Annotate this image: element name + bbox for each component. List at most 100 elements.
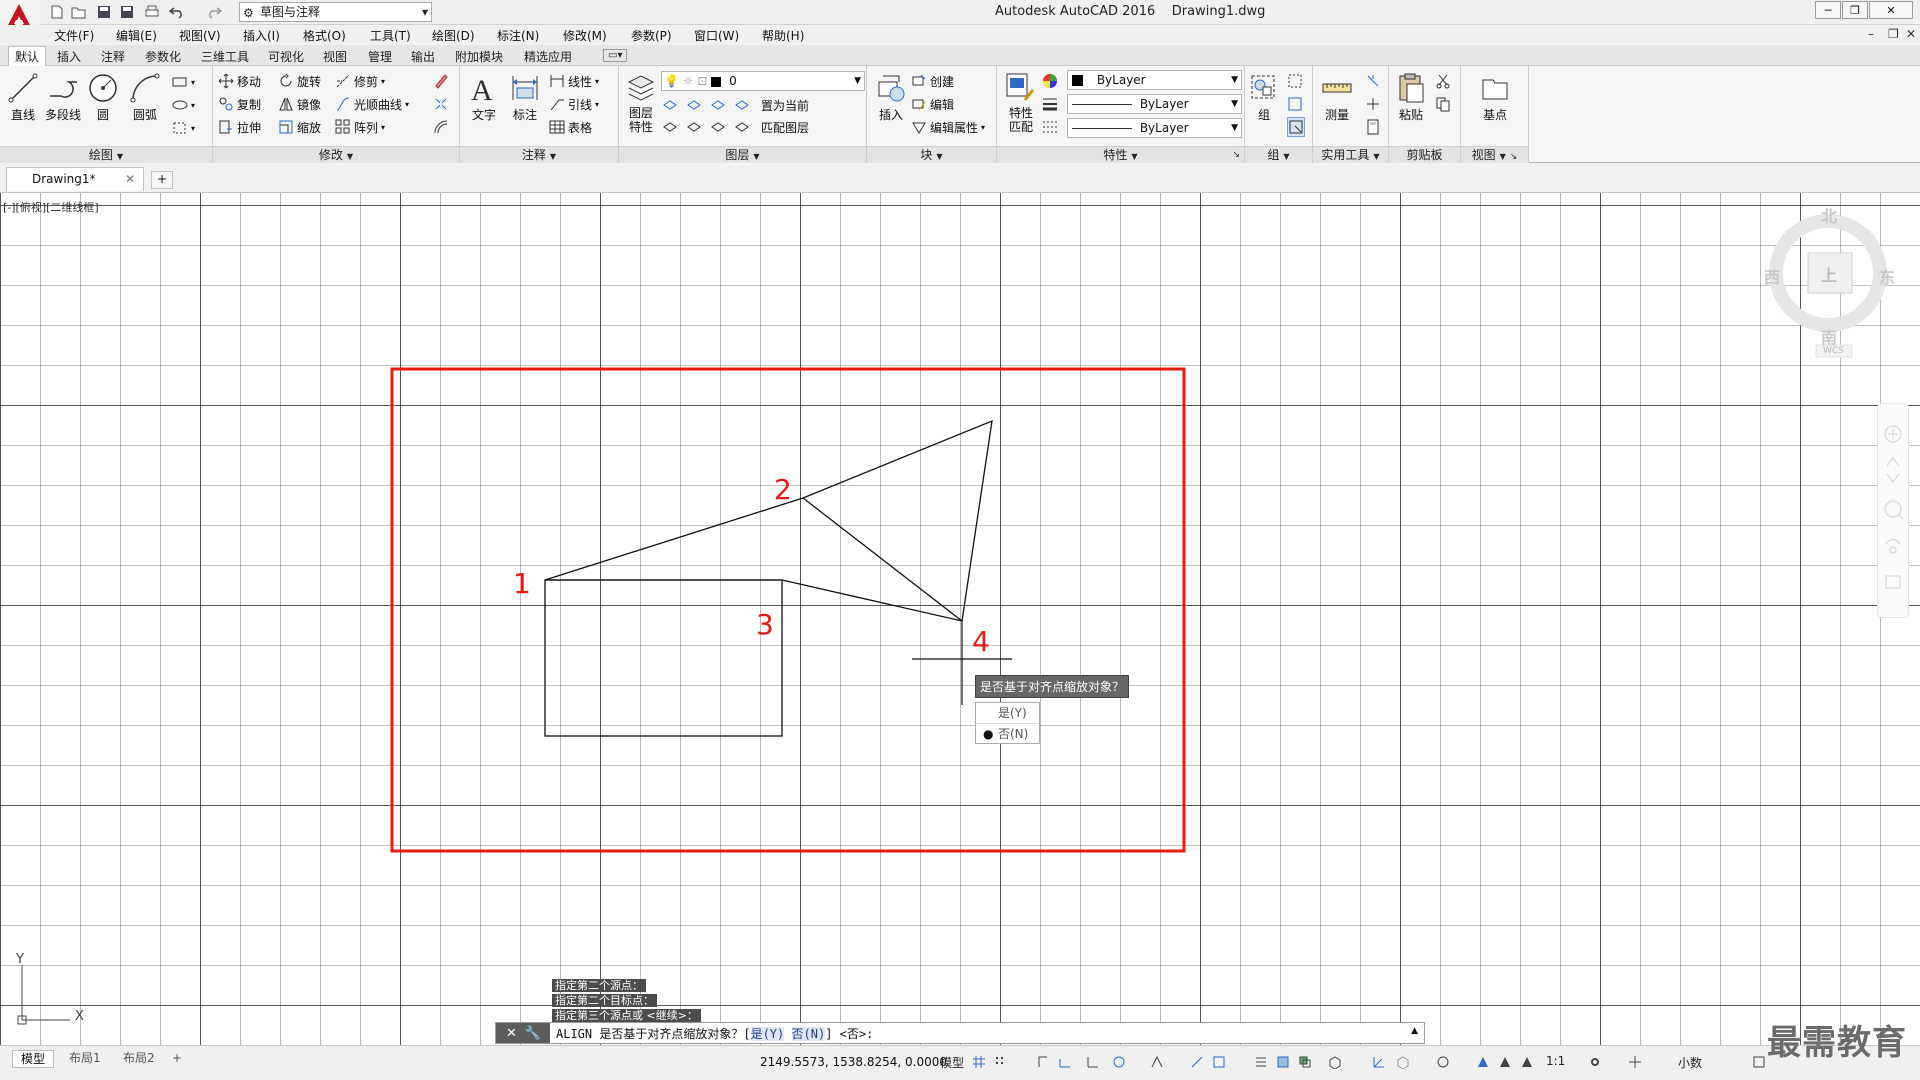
tab-default[interactable]: 默认 xyxy=(8,46,47,66)
option-yes[interactable]: 是(Y) xyxy=(976,703,1039,723)
ellipse-button[interactable]: ▾ xyxy=(172,95,195,115)
gizmo-icon[interactable] xyxy=(1436,1055,1450,1069)
panel-title-layers[interactable]: 图层 ▼ xyxy=(619,146,866,163)
tab-addins[interactable]: 附加模块 xyxy=(455,48,503,65)
circle-button[interactable]: 圆 xyxy=(83,70,123,144)
menu-parametric[interactable]: 参数(P) xyxy=(631,27,672,44)
ribbon-minimize-toggle[interactable]: ▭▾ xyxy=(603,49,628,62)
minimize-button[interactable]: ─ xyxy=(1815,1,1841,19)
blend-curves-button[interactable]: 光顺曲线 ▾ xyxy=(335,94,409,114)
paste-button[interactable]: 粘贴 xyxy=(1391,70,1431,144)
edit-block-button[interactable]: 编辑 xyxy=(911,94,954,114)
close-icon[interactable]: ✕ xyxy=(125,168,135,190)
arc-button[interactable]: 圆弧 xyxy=(125,70,165,144)
command-line-handle[interactable]: ✕ 🔧 xyxy=(496,1023,550,1043)
document-tab-drawing1[interactable]: Drawing1* ✕ xyxy=(6,167,144,191)
dynamic-input-icon[interactable] xyxy=(1058,1055,1072,1069)
menu-insert[interactable]: 插入(I) xyxy=(243,27,280,44)
erase-button[interactable] xyxy=(433,71,449,91)
viewcube-top-face[interactable]: 上 xyxy=(1821,262,1837,286)
tab-layout2[interactable]: 布局2 xyxy=(115,1050,163,1068)
menu-tools[interactable]: 工具(T) xyxy=(370,27,411,44)
table-button[interactable]: 表格 xyxy=(549,117,592,137)
auto-scale-icon[interactable] xyxy=(1498,1055,1512,1069)
undo-icon[interactable] xyxy=(168,3,186,21)
rotate-button[interactable]: 旋转 xyxy=(278,71,321,91)
create-block-button[interactable]: 创建 xyxy=(911,71,954,91)
grid-icon[interactable] xyxy=(972,1055,986,1069)
tab-featured-apps[interactable]: 精选应用 xyxy=(524,48,572,65)
units-dropdown[interactable]: 小数 xyxy=(1678,1054,1702,1071)
restore-button[interactable]: ❐ xyxy=(1842,1,1868,19)
3d-object-snap-icon[interactable] xyxy=(1328,1055,1342,1069)
menu-modify[interactable]: 修改(M) xyxy=(563,27,607,44)
new-tab-button[interactable]: + xyxy=(151,171,173,189)
isometric-icon[interactable] xyxy=(1150,1055,1164,1069)
tab-output[interactable]: 输出 xyxy=(411,48,435,65)
gear-icon[interactable] xyxy=(1588,1055,1602,1069)
command-line[interactable]: ✕ 🔧 ALIGN 是否基于对齐点缩放对象？[是(Y) 否(N)] <否>: ▲ xyxy=(495,1022,1425,1044)
menu-dimension[interactable]: 标注(N) xyxy=(497,27,539,44)
wcs-menu[interactable]: WCS xyxy=(1823,346,1844,356)
workspace-switcher[interactable]: ⚙ 草图与注释 ▾ xyxy=(239,2,432,22)
panel-title-draw[interactable]: 绘图 ▼ xyxy=(0,146,212,163)
plot-icon[interactable] xyxy=(143,3,161,21)
object-snap-icon[interactable] xyxy=(1212,1055,1226,1069)
base-view-button[interactable]: 基点 xyxy=(1475,70,1515,144)
group-button[interactable]: 组 xyxy=(1247,70,1281,144)
tab-annotate[interactable]: 注释 xyxy=(101,48,125,65)
dialog-launcher-icon[interactable]: ↘ xyxy=(1232,147,1240,163)
annotation-scale-icon[interactable] xyxy=(1520,1055,1534,1069)
stretch-button[interactable]: 拉伸 xyxy=(218,117,261,137)
viewcube[interactable]: 北 南 东 西 上 WCS xyxy=(1753,201,1903,376)
ortho-icon[interactable] xyxy=(1086,1055,1100,1069)
panel-title-block[interactable]: 块 ▼ xyxy=(867,146,996,163)
command-option-yes[interactable]: 是(Y) xyxy=(750,1027,785,1041)
cut-icon[interactable] xyxy=(1435,71,1451,91)
set-current-button[interactable]: 置为当前 xyxy=(761,97,809,114)
polyline-button[interactable]: 多段线 xyxy=(43,70,83,144)
viewcube-south[interactable]: 南 xyxy=(1821,324,1837,348)
mirror-button[interactable]: 镜像 xyxy=(278,94,321,114)
drawing-canvas[interactable]: 1234 [-][俯视][二维线框] 北 南 东 西 上 WCS Y X 是否基… xyxy=(0,193,1920,1045)
color-dropdown[interactable]: ByLayer ▼ xyxy=(1067,70,1242,90)
quick-properties-icon[interactable] xyxy=(1752,1055,1766,1069)
plus-icon[interactable] xyxy=(1628,1055,1642,1069)
infer-constraints-icon[interactable] xyxy=(1036,1055,1050,1069)
scale-button[interactable]: 缩放 xyxy=(278,117,321,137)
layer-dropdown[interactable]: 💡 ☼ ⊡ 0 ▼ xyxy=(661,71,865,91)
calculator-icon[interactable] xyxy=(1365,117,1381,137)
trim-button[interactable]: 修剪 ▾ xyxy=(335,71,385,91)
leader-button[interactable]: 引线 ▾ xyxy=(549,94,599,114)
dimension-button[interactable]: 标注 xyxy=(505,70,545,144)
line-button[interactable]: 直线 xyxy=(3,70,43,144)
menu-edit[interactable]: 编辑(E) xyxy=(116,27,157,44)
explode-button[interactable] xyxy=(433,94,449,114)
copy-clip-icon[interactable] xyxy=(1435,94,1451,114)
option-no[interactable]: ● 否(N) xyxy=(976,723,1039,743)
quick-select-icon[interactable] xyxy=(1365,71,1381,91)
tab-view[interactable]: 视图 xyxy=(323,48,347,65)
group-edit-icon[interactable] xyxy=(1287,94,1303,114)
layer-properties-button[interactable]: 图层 特性 xyxy=(621,70,661,144)
tab-manage[interactable]: 管理 xyxy=(368,48,392,65)
new-file-icon[interactable] xyxy=(48,3,66,21)
lineweight-dropdown[interactable]: ByLayer ▼ xyxy=(1067,118,1242,138)
ungroup-icon[interactable] xyxy=(1287,71,1303,91)
menu-view[interactable]: 视图(V) xyxy=(179,27,221,44)
viewcube-west[interactable]: 西 xyxy=(1764,264,1780,288)
command-option-no[interactable]: 否(N) xyxy=(791,1027,826,1041)
match-layer-button[interactable]: 匹配图层 xyxy=(761,119,809,136)
snap-icon[interactable] xyxy=(994,1055,1008,1069)
rectangle-button[interactable]: ▾ xyxy=(172,72,195,92)
insert-block-button[interactable]: 插入 xyxy=(871,70,911,144)
redo-icon[interactable] xyxy=(205,3,223,21)
mdi-minimize-button[interactable]: – xyxy=(1868,27,1874,41)
transparency-display-icon[interactable] xyxy=(1276,1055,1290,1069)
open-file-icon[interactable] xyxy=(70,3,88,21)
viewcube-east[interactable]: 东 xyxy=(1879,264,1895,288)
chevron-up-icon[interactable]: ▲ xyxy=(1411,1026,1418,1036)
menu-help[interactable]: 帮助(H) xyxy=(762,27,804,44)
tab-3d-tools[interactable]: 三维工具 xyxy=(201,48,249,65)
dynamic-ucs-icon[interactable] xyxy=(1372,1055,1386,1069)
